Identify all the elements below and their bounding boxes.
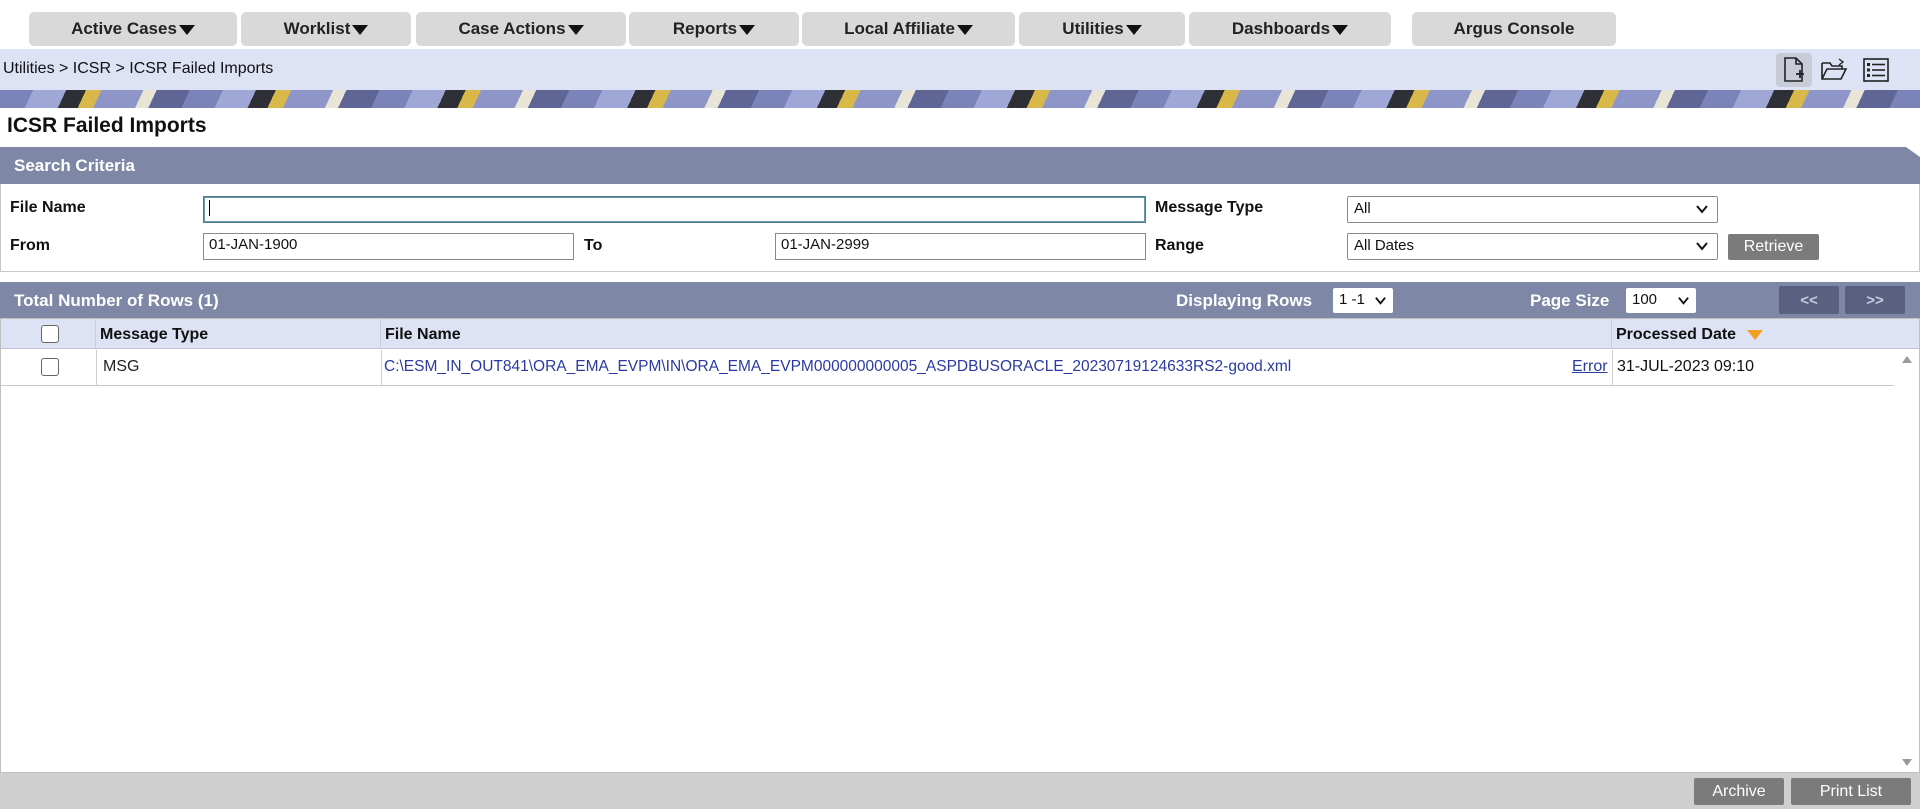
cell-divider [381, 350, 382, 386]
caret-down-icon [352, 25, 369, 35]
page-size-label: Page Size [1530, 291, 1610, 310]
menu-label: Utilities [1062, 19, 1124, 38]
print-list-button[interactable]: Print List [1791, 778, 1911, 805]
new-document-icon [1784, 57, 1804, 82]
caret-down-icon [178, 25, 195, 35]
menu-label: Dashboards [1231, 19, 1331, 38]
displaying-rows-label: Displaying Rows [1176, 291, 1313, 310]
grid-header-row: Message Type File Name Processed Date [1, 319, 1919, 349]
column-processed-date[interactable]: Processed Date [1612, 319, 1919, 348]
results-header: Total Number of Rows (1) Displaying Rows… [0, 282, 1920, 318]
argus-console-button[interactable]: Argus Console [1412, 12, 1616, 46]
menu-label: Case Actions [458, 19, 566, 38]
from-date-input[interactable]: 01-JAN-1900 [203, 233, 574, 260]
next-page-button[interactable]: >> [1845, 286, 1905, 314]
decorative-banner [0, 90, 1920, 108]
range-label: Range [1155, 237, 1204, 254]
file-name-input[interactable] [203, 196, 1146, 223]
results-grid: Message Type File Name Processed Date MS… [0, 318, 1920, 773]
caret-down-icon [567, 25, 584, 35]
page-title: ICSR Failed Imports [7, 114, 207, 137]
menu-utilities[interactable]: Utilities [1019, 12, 1185, 46]
to-date-input[interactable]: 01-JAN-2999 [775, 233, 1146, 260]
range-value: All Dates [1354, 237, 1415, 254]
page-size-value: 100 [1632, 291, 1658, 308]
footer-bar: Archive Print List [0, 773, 1920, 809]
search-criteria-panel: File Name Message Type All From 01-JAN-1… [0, 184, 1920, 272]
file-name-label: File Name [10, 199, 86, 216]
sort-descending-icon [1746, 329, 1763, 340]
new-document-button[interactable] [1776, 53, 1812, 87]
retrieve-button[interactable]: Retrieve [1728, 234, 1819, 260]
message-type-select[interactable]: All [1347, 196, 1718, 223]
select-all-column [1, 319, 96, 348]
to-date-value: 01-JAN-2999 [781, 236, 870, 253]
column-file-name[interactable]: File Name [381, 319, 1612, 348]
caret-down-icon [739, 25, 756, 35]
row-processed-date: 31-JUL-2023 09:10 [1617, 358, 1754, 375]
menu-label: Active Cases [71, 19, 177, 38]
caret-down-icon [1332, 25, 1349, 35]
chevron-down-icon [1696, 205, 1708, 214]
chevron-down-icon [1678, 297, 1689, 305]
menu-worklist[interactable]: Worklist [241, 12, 411, 46]
open-folder-button[interactable] [1816, 53, 1852, 87]
row-file-name-link[interactable]: C:\ESM_IN_OUT841\ORA_EMA_EVPM\IN\ORA_EMA… [384, 358, 1291, 376]
list-view-button[interactable] [1858, 53, 1894, 87]
menu-case-actions[interactable]: Case Actions [416, 12, 626, 46]
select-all-checkbox[interactable] [41, 325, 59, 343]
menu-label: Argus Console [1453, 19, 1575, 38]
list-view-icon [1863, 58, 1889, 82]
menu-label: Worklist [283, 19, 351, 38]
menu-active-cases[interactable]: Active Cases [29, 12, 237, 46]
open-folder-icon [1821, 58, 1848, 80]
menu-reports[interactable]: Reports [629, 12, 799, 46]
scroll-down-arrow-icon[interactable] [1901, 758, 1913, 768]
row-message-type: MSG [103, 358, 140, 375]
message-type-value: All [1354, 200, 1371, 217]
text-cursor [209, 200, 210, 217]
cell-divider [1612, 350, 1613, 386]
breadcrumb-bar: Utilities > ICSR > ICSR Failed Imports [0, 49, 1920, 90]
menu-label: Local Affiliate [844, 19, 955, 38]
main-menu-bar: Active Cases Worklist Case Actions Repor… [0, 0, 1920, 49]
cell-divider [96, 350, 97, 386]
breadcrumb: Utilities > ICSR > ICSR Failed Imports [3, 60, 274, 77]
row-checkbox[interactable] [41, 358, 59, 376]
scroll-up-arrow-icon[interactable] [1901, 354, 1913, 364]
range-select[interactable]: All Dates [1347, 233, 1718, 260]
caret-down-icon [1125, 25, 1142, 35]
menu-local-affiliate[interactable]: Local Affiliate [802, 12, 1015, 46]
menu-label: Reports [672, 19, 738, 38]
page-size-select[interactable]: 100 [1626, 288, 1696, 313]
chevron-down-icon [1375, 297, 1386, 305]
search-criteria-header: Search Criteria [0, 147, 1920, 184]
from-date-value: 01-JAN-1900 [209, 236, 298, 253]
table-row[interactable]: MSG C:\ESM_IN_OUT841\ORA_EMA_EVPM\IN\ORA… [1, 350, 1894, 386]
section-title: Search Criteria [14, 156, 135, 175]
column-processed-date-label: Processed Date [1616, 326, 1737, 343]
vertical-scrollbar[interactable] [1895, 350, 1919, 772]
to-label: To [584, 237, 603, 254]
previous-page-button[interactable]: << [1779, 286, 1839, 314]
column-message-type[interactable]: Message Type [96, 319, 381, 348]
caret-down-icon [956, 25, 973, 35]
displaying-rows-value: 1 -1 [1339, 291, 1365, 308]
menu-dashboards[interactable]: Dashboards [1189, 12, 1391, 46]
total-rows-label: Total Number of Rows (1) [14, 291, 219, 310]
displaying-rows-select[interactable]: 1 -1 [1333, 288, 1393, 313]
chevron-down-icon [1696, 242, 1708, 251]
message-type-label: Message Type [1155, 199, 1264, 216]
archive-button[interactable]: Archive [1694, 778, 1784, 805]
from-label: From [10, 237, 50, 254]
row-error-link[interactable]: Error [1572, 358, 1608, 376]
